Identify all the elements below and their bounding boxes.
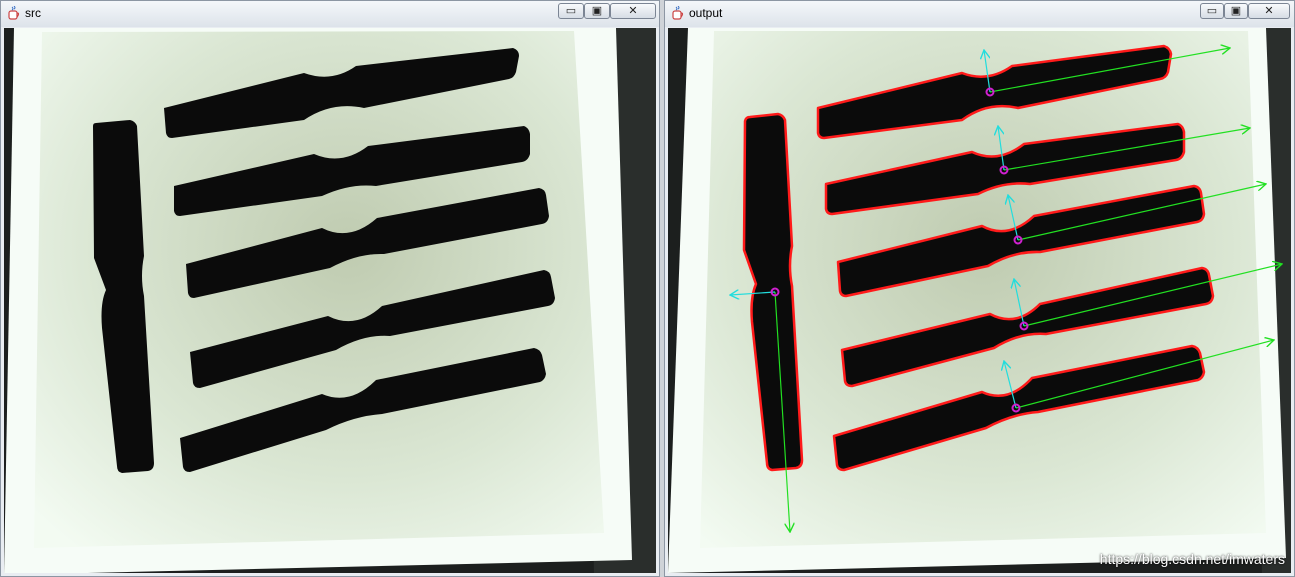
minimize-icon: ▭: [1206, 5, 1218, 17]
maximize-button[interactable]: ▣: [1224, 3, 1248, 19]
window-title: output: [689, 6, 723, 20]
close-button[interactable]: ✕: [610, 3, 656, 19]
src-image-svg: [4, 28, 656, 573]
java-cup-icon: [8, 6, 20, 20]
output-window: output ▭ ▣ ✕: [664, 0, 1295, 577]
close-icon: ✕: [628, 5, 638, 17]
maximize-button[interactable]: ▣: [584, 3, 610, 19]
java-cup-icon: [672, 6, 684, 20]
output-image: [668, 28, 1291, 573]
maximize-icon: ▣: [591, 5, 603, 17]
maximize-icon: ▣: [1230, 5, 1242, 17]
minimize-icon: ▭: [565, 5, 577, 17]
minimize-button[interactable]: ▭: [558, 3, 584, 19]
close-button[interactable]: ✕: [1248, 3, 1290, 19]
close-icon: ✕: [1264, 5, 1274, 17]
minimize-button[interactable]: ▭: [1200, 3, 1224, 19]
src-image: [4, 28, 656, 573]
output-titlebar[interactable]: output ▭ ▣ ✕: [665, 1, 1294, 27]
src-titlebar[interactable]: src ▭ ▣ ✕: [1, 1, 659, 27]
output-image-svg: [668, 28, 1291, 573]
window-title: src: [25, 6, 41, 20]
src-window: src ▭ ▣ ✕: [0, 0, 660, 577]
watermark: https://blog.csdn.net/imwaters: [1099, 551, 1285, 567]
